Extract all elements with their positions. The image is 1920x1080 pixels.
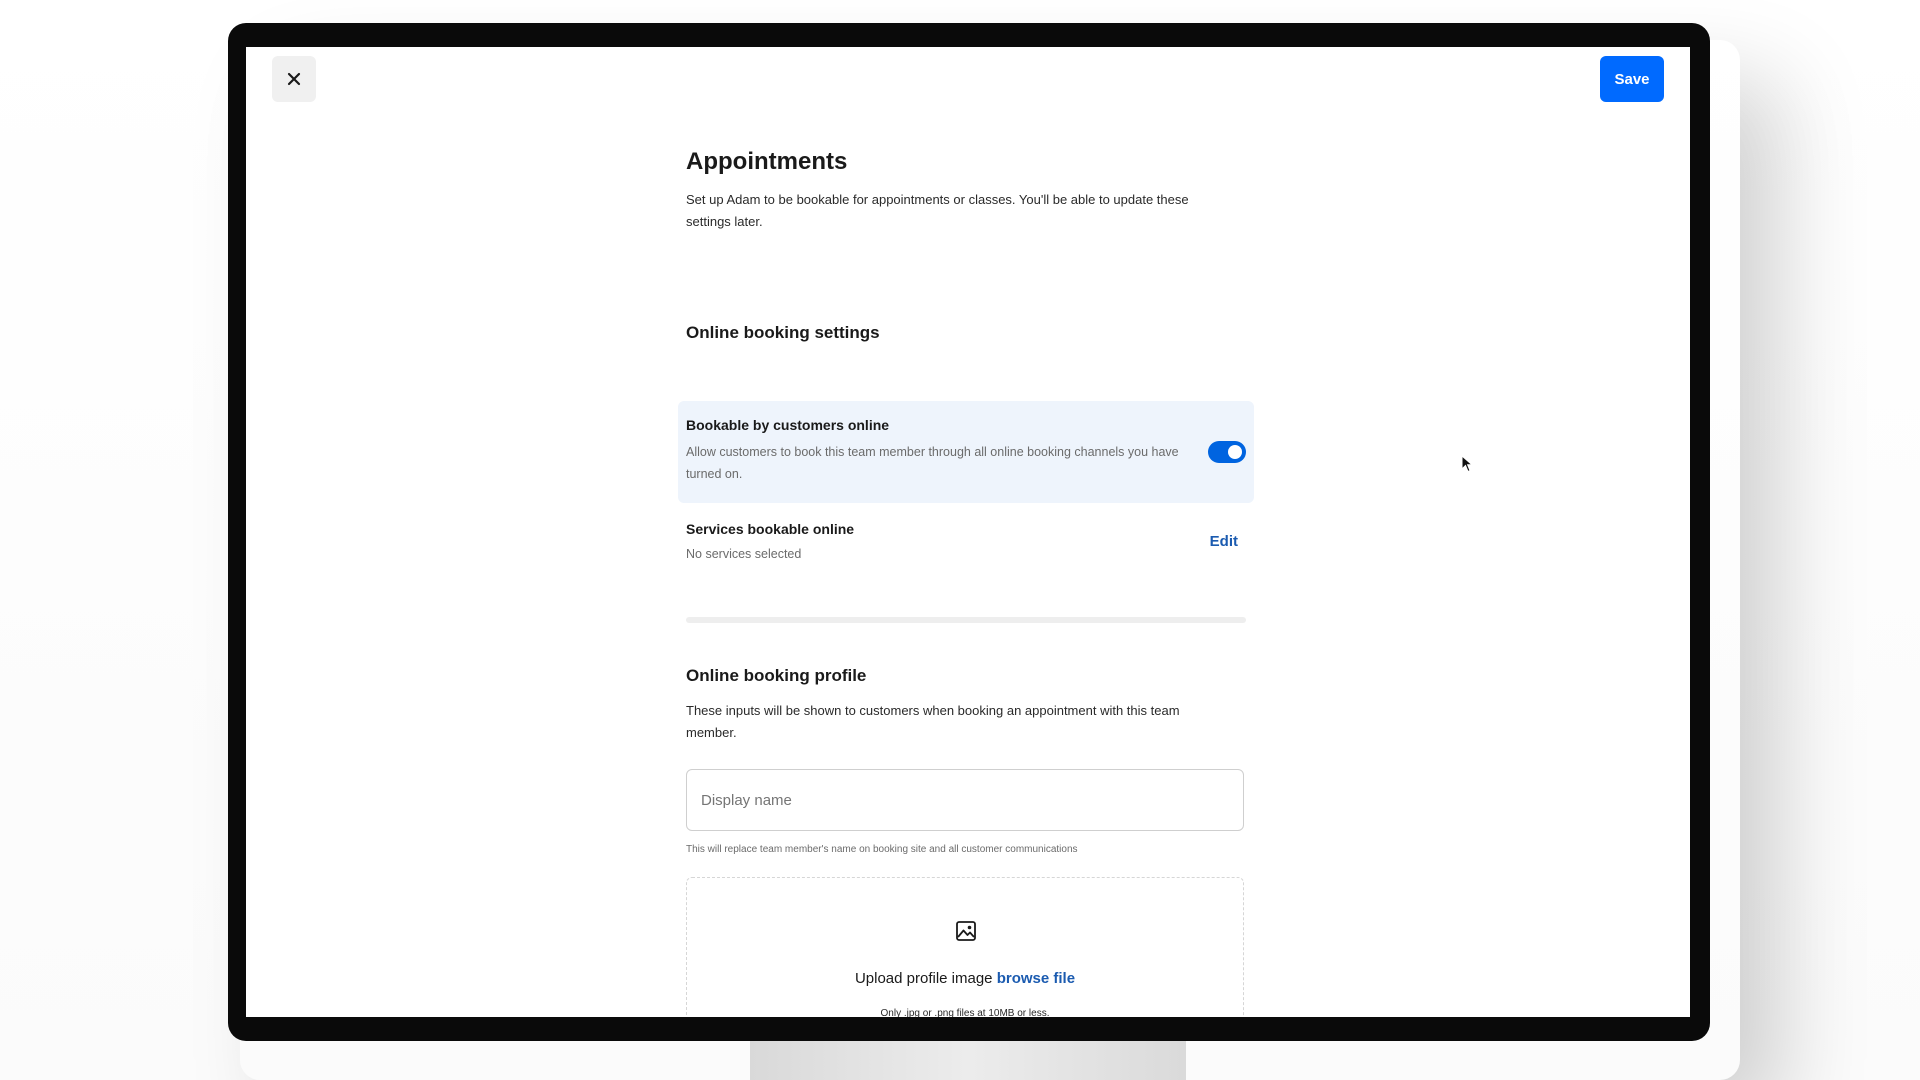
close-button[interactable] (272, 56, 316, 102)
services-bookable-online: Services bookable online No services sel… (686, 521, 1246, 581)
app-screen: Save Appointments Set up Adam to be book… (246, 47, 1690, 1017)
page-description: Set up Adam to be bookable for appointme… (686, 192, 1189, 229)
monitor-stand (750, 1035, 1186, 1080)
bookable-online-title: Bookable by customers online (686, 417, 890, 433)
display-name-input[interactable] (686, 769, 1244, 831)
mouse-cursor-icon (1461, 455, 1473, 473)
online-booking-profile-title: Online booking profile (686, 666, 867, 685)
profile-image-upload[interactable]: Upload profile image browse file Only .j… (686, 877, 1244, 1017)
page-title: Appointments (686, 148, 848, 175)
upload-label: Upload profile image (854, 970, 993, 987)
edit-services-link[interactable]: Edit (1210, 533, 1238, 550)
online-booking-settings-title: Online booking settings (686, 323, 880, 342)
appointments-form: Appointments Set up Adam to be bookable … (678, 147, 1254, 1017)
save-button[interactable]: Save (1600, 56, 1664, 102)
services-subtitle: No services selected (686, 547, 802, 561)
online-booking-profile-description: These inputs will be shown to customers … (686, 703, 1180, 740)
display-name-helper: This will replace team member's name on … (686, 844, 1078, 855)
bookable-online-description: Allow customers to book this team member… (686, 445, 1179, 481)
close-icon (287, 72, 301, 86)
image-icon (956, 921, 976, 941)
upload-note: Only .jpg or .png files at 10MB or less. (880, 1008, 1050, 1017)
services-title: Services bookable online (686, 521, 855, 537)
browse-file-link[interactable]: browse file (997, 970, 1075, 987)
upload-line: Upload profile image browse file (687, 970, 1243, 987)
section-divider (686, 617, 1246, 623)
background: Save Appointments Set up Adam to be book… (0, 0, 1920, 1080)
toggle-knob (1228, 445, 1242, 459)
bookable-online-setting: Bookable by customers online Allow custo… (678, 401, 1254, 503)
bookable-online-toggle[interactable] (1208, 441, 1246, 463)
